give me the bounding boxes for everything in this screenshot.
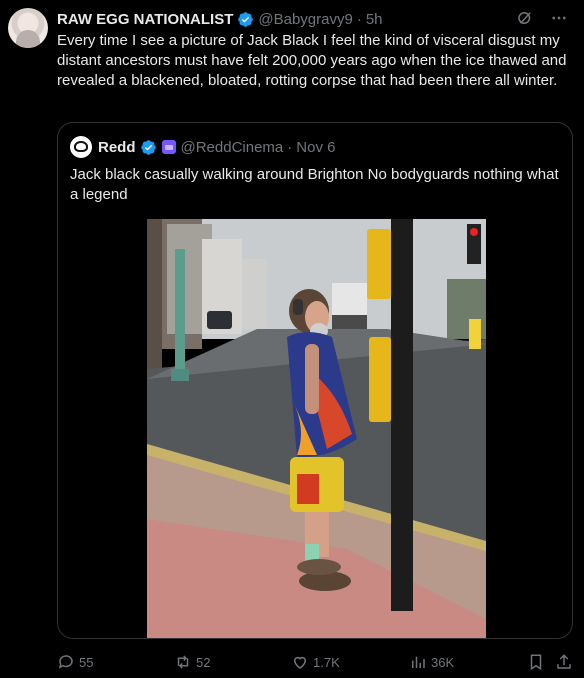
quote-date: Nov 6 (296, 138, 336, 156)
quote-author-handle: @ReddCinema (180, 138, 284, 156)
author-avatar[interactable] (8, 8, 48, 48)
views-count: 36K (431, 654, 455, 670)
heart-icon (293, 656, 307, 669)
post-header: RAW EGG NATIONALIST @Babygravy9 · 5h (57, 9, 568, 29)
quoted-post[interactable]: Redd @ReddCinema · Nov 6 Jack black casu… (57, 122, 573, 639)
post-text: Every time I see a picture of Jack Black… (57, 32, 567, 89)
reply-button[interactable]: 55 (57, 653, 93, 671)
share-icon[interactable] (555, 653, 573, 671)
like-button[interactable]: 1.7K (291, 653, 340, 671)
views-button[interactable]: 36K (409, 653, 454, 671)
quote-text: Jack black casually walking around Brigh… (70, 166, 559, 203)
repost-button[interactable]: 52 (174, 653, 210, 671)
repost-count: 52 (196, 654, 211, 670)
action-bar: 55 52 1.7K 36K (57, 651, 573, 673)
quote-header: Redd @ReddCinema · Nov 6 (70, 136, 336, 158)
quote-author-name: Redd (98, 138, 136, 156)
like-count: 1.7K (313, 654, 340, 670)
bookmark-icon[interactable] (527, 653, 545, 671)
author-name[interactable]: RAW EGG NATIONALIST (57, 11, 233, 28)
quote-photo[interactable] (147, 219, 486, 638)
views-chart-icon (412, 656, 425, 668)
reply-icon (58, 655, 73, 669)
verified-badge-icon (238, 11, 254, 27)
quote-author-avatar (70, 136, 92, 158)
verified-badge-icon (140, 139, 156, 155)
affiliate-badge-icon (161, 140, 176, 154)
street-scene-image (147, 219, 486, 638)
author-handle[interactable]: @Babygravy9 (258, 11, 352, 28)
post-time[interactable]: 5h (366, 11, 383, 28)
grok-icon[interactable] (516, 9, 534, 27)
reply-count: 55 (79, 654, 94, 670)
more-options-icon[interactable] (550, 9, 568, 27)
separator-dot: · (287, 138, 293, 156)
separator-dot: · (356, 10, 362, 28)
repost-icon (177, 655, 189, 669)
